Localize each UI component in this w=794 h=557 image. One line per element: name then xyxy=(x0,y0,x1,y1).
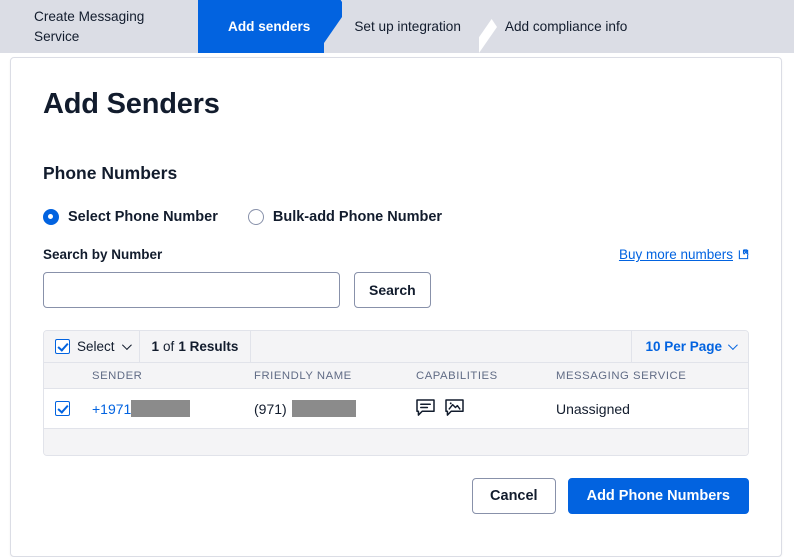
sender-phone-number[interactable]: +1971 xyxy=(92,401,131,417)
friendly-name-text: (971) xyxy=(254,400,287,417)
step-add-senders[interactable]: Add senders xyxy=(198,0,343,53)
table-toolbar: Select 1 of 1 Results 10 Per Page xyxy=(44,331,748,364)
radio-dot-icon xyxy=(247,209,264,226)
buy-more-numbers-label: Buy more numbers xyxy=(618,247,733,263)
step-create-messaging-service[interactable]: Create Messaging Service xyxy=(0,0,220,53)
page-title: Add Senders xyxy=(43,88,220,120)
sender-redaction-block xyxy=(131,400,191,418)
results-of: of xyxy=(163,339,175,355)
radio-select-phone-number[interactable]: Select Phone Number xyxy=(43,209,218,226)
select-all-dropdown[interactable]: Select xyxy=(44,331,140,363)
cell-sender[interactable]: +1971 xyxy=(92,400,254,418)
step-label: Add senders xyxy=(228,18,311,34)
search-field-label: Search by Number xyxy=(43,247,163,263)
step-label: Create Messaging Service xyxy=(34,8,145,44)
mms-icon xyxy=(445,399,464,419)
step-wedge xyxy=(474,0,493,53)
phone-numbers-table: Select 1 of 1 Results 10 Per Page SENDER F xyxy=(43,330,749,457)
table-header-row: SENDER FRIENDLY NAME CAPABILITIES MESSAG… xyxy=(44,363,748,390)
step-wedge xyxy=(324,0,343,53)
friendly-name-redaction-block xyxy=(291,400,356,418)
cancel-button[interactable]: Cancel xyxy=(472,478,556,515)
radio-dot-selected-icon xyxy=(43,209,59,226)
radio-bulk-add-phone-number[interactable]: Bulk-add Phone Number xyxy=(247,209,443,226)
step-label: Add compliance info xyxy=(504,18,628,34)
column-header-friendly-name: FRIENDLY NAME xyxy=(254,369,352,382)
chevron-down-icon xyxy=(121,340,132,351)
section-title-phone-numbers: Phone Numbers xyxy=(43,163,178,184)
search-label-row: Search by Number Buy more numbers xyxy=(43,247,749,262)
wizard-step-nav: Create Messaging Service Add senders Set… xyxy=(0,0,794,53)
radio-label: Bulk-add Phone Number xyxy=(272,209,443,226)
search-input[interactable] xyxy=(43,272,340,309)
step-label: Set up integration xyxy=(354,18,461,34)
results-count-cell: 1 of 1 Results xyxy=(140,331,252,363)
add-senders-card: Add Senders Phone Numbers Select Phone N… xyxy=(10,57,782,557)
footer-actions: Cancel Add Phone Numbers xyxy=(43,478,749,515)
table-footer-bar xyxy=(44,429,748,456)
results-total: 1 Results xyxy=(178,339,239,355)
row-select-checkbox[interactable] xyxy=(55,401,70,417)
per-page-label: 10 Per Page xyxy=(645,339,722,355)
column-header-capabilities: CAPABILITIES xyxy=(416,369,498,382)
radio-label: Select Phone Number xyxy=(68,209,218,226)
column-header-sender: SENDER xyxy=(92,369,143,382)
results-count: 1 of 1 Results xyxy=(152,339,239,354)
step-set-up-integration[interactable]: Set up integration xyxy=(324,0,497,53)
sender-mode-radio-group: Select Phone Number Bulk-add Phone Numbe… xyxy=(43,209,749,226)
add-phone-numbers-button[interactable]: Add Phone Numbers xyxy=(567,478,749,515)
column-header-messaging-service: MESSAGING SERVICE xyxy=(556,369,687,382)
sms-icon xyxy=(416,399,435,419)
toolbar-spacer xyxy=(251,331,633,363)
buy-more-numbers-link[interactable]: Buy more numbers xyxy=(619,247,749,262)
chevron-down-icon xyxy=(727,340,738,351)
results-current: 1 xyxy=(151,339,160,355)
cell-capabilities xyxy=(416,399,556,419)
search-row: Search xyxy=(43,272,749,309)
table-row[interactable]: +1971 (971) Unassigned xyxy=(44,389,748,430)
per-page-dropdown[interactable]: 10 Per Page xyxy=(632,331,748,363)
row-checkbox-cell[interactable] xyxy=(44,401,92,417)
select-dropdown-label: Select xyxy=(77,339,115,355)
external-link-icon xyxy=(738,249,749,260)
select-all-checkbox[interactable] xyxy=(55,339,70,355)
cell-friendly-name: (971) xyxy=(254,400,416,418)
cell-messaging-service: Unassigned xyxy=(556,400,630,417)
step-add-compliance-info[interactable]: Add compliance info xyxy=(474,0,642,53)
search-button[interactable]: Search xyxy=(354,272,431,309)
